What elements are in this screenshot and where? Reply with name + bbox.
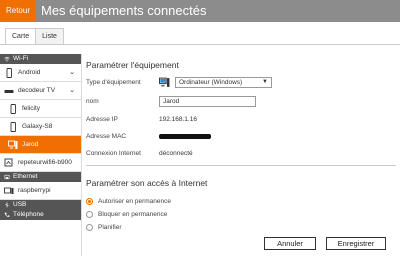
sidebar-item-felicity[interactable]: felicity	[0, 100, 81, 118]
sidebar-item-label: Galaxy-S8	[22, 122, 53, 130]
radio-button[interactable]	[86, 197, 93, 205]
tab-carte[interactable]: Carte	[5, 28, 37, 45]
chevron-down-icon[interactable]: ⌄	[69, 82, 75, 100]
field-connection: Connexion Internet déconnecté	[86, 147, 386, 159]
device-type-select[interactable]: Ordinateur (Windows) ▼	[175, 76, 272, 88]
sidebar-item-raspberrypi[interactable]: raspberrypi	[0, 182, 81, 200]
computer-icon	[8, 140, 18, 149]
caret-down-icon: ▼	[262, 78, 268, 85]
tab-liste[interactable]: Liste	[36, 28, 64, 45]
access-section-title: Paramétrer son accès à Internet	[86, 178, 208, 188]
sidebar-item-label: decodeur TV	[18, 86, 56, 94]
section-usb-label: USB	[13, 201, 27, 208]
device-type-label: Type d'équipement	[86, 78, 141, 86]
radio-label: Autoriser en permanence	[98, 197, 171, 205]
back-button[interactable]: Retour	[0, 0, 36, 22]
name-label: nom	[86, 97, 99, 105]
device-name-input[interactable]	[159, 95, 256, 107]
smartphone-icon	[10, 121, 16, 132]
page-title: Mes équipements connectés	[41, 3, 207, 18]
field-device-type: Type d'équipement Ordinateur (Windows) ▼	[86, 76, 386, 88]
field-mac: Adresse MAC	[86, 130, 386, 142]
settings-section-title: Paramétrer l'équipement	[86, 60, 179, 70]
radio-label: Bloquer en permanence	[98, 210, 168, 218]
ip-value: 192.168.1.16	[159, 115, 197, 123]
section-wifi[interactable]: Wi-Fi	[0, 54, 81, 64]
sidebar-item-label: felicity	[22, 104, 41, 112]
chevron-down-icon[interactable]: ⌄	[69, 64, 75, 82]
sidebar-item-jarod[interactable]: Jarod	[0, 136, 81, 154]
connection-value: déconnecté	[159, 149, 193, 157]
wifi-icon	[4, 56, 10, 62]
radio-block[interactable]: Bloquer en permanence	[86, 209, 167, 219]
tabs-divider	[0, 44, 400, 45]
ip-label: Adresse IP	[86, 115, 118, 123]
mac-label: Adresse MAC	[86, 132, 127, 140]
section-divider	[86, 165, 396, 166]
top-bar: Retour Mes équipements connectés	[0, 0, 400, 22]
save-button[interactable]: Enregistrer	[326, 237, 386, 250]
sidebar-item-label: raspberrypi	[18, 186, 51, 194]
field-name: nom	[86, 95, 386, 107]
section-ethernet-label: Ethernet	[13, 173, 38, 180]
smartphone-icon	[10, 103, 16, 114]
radio-button[interactable]	[86, 210, 93, 218]
cancel-button[interactable]: Annuler	[264, 237, 316, 250]
section-ethernet[interactable]: Ethernet	[0, 172, 81, 182]
device-type-value: Ordinateur (Windows)	[179, 78, 243, 86]
connection-label: Connexion Internet	[86, 149, 141, 157]
radio-authorize[interactable]: Autoriser en permanence	[86, 196, 171, 206]
phone-icon	[4, 212, 10, 217]
sidebar-item-label: Jarod	[22, 140, 39, 148]
view-tabs: Carte Liste	[5, 28, 64, 45]
repeater-icon	[4, 158, 13, 166]
sidebar-item-galaxy-s8[interactable]: Galaxy-S8	[0, 118, 81, 136]
server-icon	[4, 187, 14, 194]
radio-button[interactable]	[86, 223, 93, 231]
device-settings-panel: Paramétrer l'équipement Type d'équipemen…	[86, 54, 396, 260]
field-ip: Adresse IP 192.168.1.16	[86, 113, 386, 125]
section-wifi-label: Wi-Fi	[13, 55, 29, 62]
section-telephone-label: Téléphone	[13, 211, 44, 218]
mac-redacted	[159, 133, 211, 139]
section-telephone[interactable]: Téléphone	[0, 210, 81, 220]
smartphone-icon	[6, 67, 12, 78]
section-usb[interactable]: USB	[0, 200, 81, 210]
computer-icon	[159, 77, 170, 87]
sidebar-item-decodeur-tv[interactable]: decodeur TV ⌄	[0, 82, 81, 100]
radio-label: Planifier	[98, 223, 122, 231]
sidebar-item-label: Android	[18, 68, 41, 76]
ethernet-icon	[4, 174, 10, 180]
sidebar-item-label: repeteurwifi6-b900	[18, 158, 72, 166]
sidebar-item-repeteurwifi6-b900[interactable]: repeteurwifi6-b900	[0, 154, 81, 172]
radio-schedule[interactable]: Planifier	[86, 222, 121, 232]
usb-icon	[5, 202, 9, 208]
tv-decoder-icon	[4, 89, 14, 93]
device-sidebar: Wi-Fi Android ⌄ decodeur TV ⌄ felicity G…	[0, 54, 82, 256]
sidebar-item-android[interactable]: Android ⌄	[0, 64, 81, 82]
